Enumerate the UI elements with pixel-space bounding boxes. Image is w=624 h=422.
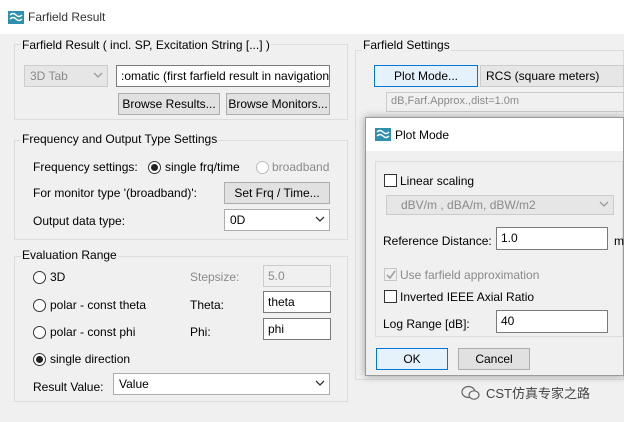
inverted-ieee-label: Inverted IEEE Axial Ratio: [400, 290, 535, 304]
linear-scaling-checkbox[interactable]: [384, 174, 397, 187]
plot-mode-dialog: Plot Mode Linear scaling dBV/m , dBA/m, …: [365, 117, 624, 376]
tab-combo[interactable]: 3D Tab: [24, 65, 108, 87]
theta-field[interactable]: theta: [263, 291, 331, 313]
chevron-down-icon: [315, 380, 325, 386]
farfield-result-group-label: Farfield Result ( incl. SP, Excitation S…: [21, 38, 271, 52]
single-direction-label: single direction: [50, 352, 131, 366]
plot-mode-button[interactable]: Plot Mode...: [374, 65, 478, 87]
use-farfield-checkbox[interactable]: [384, 268, 397, 281]
single-frq-radio[interactable]: [148, 161, 161, 174]
stepsize-field[interactable]: 5.0: [263, 265, 331, 287]
chevron-down-icon: [315, 216, 325, 222]
result-name-field[interactable]: :omatic (first farfield result in naviga…: [116, 65, 330, 87]
window-title: Farfield Result: [28, 10, 106, 24]
frequency-group-label: Frequency and Output Type Settings: [21, 132, 219, 146]
polar-phi-radio[interactable]: [33, 326, 46, 339]
farfield-info-field: dB,Farf.Approx.,dist=1.0m: [386, 92, 624, 112]
browse-results-button[interactable]: Browse Results...: [118, 93, 220, 115]
wechat-icon: [461, 385, 480, 400]
broadband-label: broadband: [272, 160, 330, 174]
watermark-text: CST仿真专家之路: [486, 386, 591, 401]
plot-mode-titlebar: Plot Mode: [366, 118, 623, 151]
single-frq-label: single frq/time: [165, 160, 240, 174]
3d-label: 3D: [50, 270, 66, 284]
polar-theta-radio[interactable]: [33, 299, 46, 312]
cst-logo-icon: [8, 11, 24, 24]
chevron-down-icon: [599, 201, 609, 207]
tab-combo-value: 3D Tab: [30, 69, 68, 83]
units-combo-value: dBV/m , dBA/m, dBW/m2: [401, 198, 536, 212]
cst-logo-icon: [375, 128, 391, 141]
cancel-button[interactable]: Cancel: [458, 348, 530, 370]
output-type-combo[interactable]: 0D: [224, 209, 330, 231]
3d-radio[interactable]: [33, 271, 46, 284]
linear-scaling-label: Linear scaling: [400, 174, 475, 188]
reference-distance-label: Reference Distance:: [383, 234, 492, 248]
phi-field[interactable]: phi: [263, 318, 331, 340]
stepsize-label: Stepsize:: [190, 270, 240, 284]
single-direction-radio[interactable]: [33, 353, 46, 366]
theta-label: Theta:: [190, 298, 225, 312]
watermark: CST仿真专家之路: [461, 383, 590, 402]
chevron-down-icon: [93, 72, 103, 78]
polar-phi-label: polar - const phi: [50, 325, 136, 339]
evaluation-range-label: Evaluation Range: [21, 248, 118, 262]
inverted-ieee-checkbox[interactable]: [384, 290, 397, 303]
result-value-combo[interactable]: Value: [113, 373, 330, 395]
check-icon: [386, 270, 396, 280]
window-titlebar: Farfield Result: [0, 0, 624, 34]
log-range-label: Log Range [dB]:: [383, 317, 470, 331]
output-type-label: Output data type:: [33, 214, 126, 228]
plot-mode-title: Plot Mode: [395, 128, 450, 142]
broadband-radio[interactable]: [256, 161, 269, 174]
units-combo[interactable]: dBV/m , dBA/m, dBW/m2: [386, 195, 614, 215]
log-range-field[interactable]: 40: [496, 310, 608, 333]
browse-monitors-button[interactable]: Browse Monitors...: [226, 93, 330, 115]
phi-label: Phi:: [190, 325, 211, 339]
rcs-combo-value: RCS (square meters): [486, 69, 600, 83]
result-value-label: Result Value:: [33, 380, 104, 394]
output-type-value: 0D: [230, 213, 246, 227]
farfield-settings-label: Farfield Settings: [362, 38, 451, 52]
result-value-value: Value: [119, 377, 149, 391]
frequency-settings-label: Frequency settings:: [33, 160, 138, 174]
use-farfield-label: Use farfield approximation: [400, 268, 540, 282]
polar-theta-label: polar - const theta: [50, 298, 147, 312]
ok-button[interactable]: OK: [376, 348, 448, 370]
reference-distance-field[interactable]: 1.0: [496, 227, 608, 250]
set-frq-time-button[interactable]: Set Frq / Time...: [224, 182, 330, 204]
rcs-combo[interactable]: RCS (square meters): [480, 65, 624, 87]
reference-distance-unit: m: [614, 234, 624, 248]
monitor-type-label: For monitor type '(broadband)':: [33, 186, 197, 200]
